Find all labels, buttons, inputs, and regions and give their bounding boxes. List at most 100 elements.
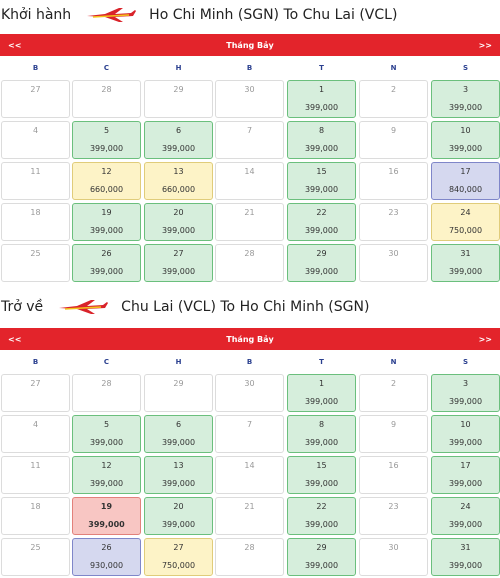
- fare-price: 399,000: [161, 226, 196, 235]
- day-number: 10: [460, 420, 471, 429]
- day-cell-fare[interactable]: 24 399,000: [431, 497, 500, 535]
- day-cell-fare[interactable]: 1 399,000: [287, 80, 356, 118]
- day-number: 3: [462, 379, 469, 388]
- day-cell-fare[interactable]: 24 750,000: [431, 203, 500, 241]
- outbound-prev-month-button[interactable]: <<: [8, 41, 21, 50]
- day-number: 27: [30, 85, 41, 94]
- day-cell-fare[interactable]: 19 399,000: [72, 203, 141, 241]
- day-number: 29: [316, 249, 327, 258]
- day-cell-fare[interactable]: 22 399,000: [287, 203, 356, 241]
- day-cell-fare[interactable]: 29 399,000: [287, 538, 356, 576]
- day-number: 10: [460, 126, 471, 135]
- fare-price: 399,000: [89, 267, 124, 276]
- return-weekday-header: BCHBTNS: [0, 352, 500, 372]
- outbound-calendar-bar: << Tháng Bảy >>: [0, 34, 500, 56]
- day-cell-fare[interactable]: 1 399,000: [287, 374, 356, 412]
- day-cell-empty: 28: [72, 80, 141, 118]
- day-cell-fare[interactable]: 20 399,000: [144, 497, 213, 535]
- day-cell-fare[interactable]: 6 399,000: [144, 415, 213, 453]
- day-cell-fare[interactable]: 20 399,000: [144, 203, 213, 241]
- day-cell-empty: 30: [215, 80, 284, 118]
- day-cell-fare[interactable]: 31 399,000: [431, 244, 500, 282]
- day-number: 13: [173, 461, 184, 470]
- day-cell-empty: 16: [359, 456, 428, 494]
- fare-price: 399,000: [448, 144, 483, 153]
- day-number: 18: [30, 502, 41, 511]
- day-cell-fare[interactable]: 5 399,000: [72, 121, 141, 159]
- day-cell-fare[interactable]: 12 660,000: [72, 162, 141, 200]
- day-number: 13: [173, 167, 184, 176]
- day-cell-fare[interactable]: 29 399,000: [287, 244, 356, 282]
- day-cell-fare[interactable]: 3 399,000: [431, 80, 500, 118]
- fare-price: 399,000: [161, 479, 196, 488]
- fare-price: 399,000: [304, 226, 339, 235]
- day-cell-empty: 30: [359, 244, 428, 282]
- day-cell-fare[interactable]: 27 750,000: [144, 538, 213, 576]
- day-cell-empty: 30: [215, 374, 284, 412]
- return-next-month-button[interactable]: >>: [479, 335, 492, 344]
- day-cell-fare[interactable]: 8 399,000: [287, 415, 356, 453]
- outbound-route-title: Ho Chi Minh (SGN) To Chu Lai (VCL): [149, 7, 398, 23]
- day-cell-fare[interactable]: 5 399,000: [72, 415, 141, 453]
- outbound-header: Khởi hành Ho Chi Minh (SGN) To Chu Lai (…: [0, 2, 500, 28]
- day-number: 17: [460, 167, 471, 176]
- day-number: 6: [175, 126, 182, 135]
- day-cell-fare[interactable]: 31 399,000: [431, 538, 500, 576]
- fare-price: 399,000: [304, 479, 339, 488]
- day-cell-fare[interactable]: 10 399,000: [431, 121, 500, 159]
- fare-price: 399,000: [89, 438, 124, 447]
- day-number: 8: [318, 126, 325, 135]
- day-number: 28: [244, 249, 255, 258]
- return-prev-month-button[interactable]: <<: [8, 335, 21, 344]
- day-cell-fare[interactable]: 19 399,000: [72, 497, 141, 535]
- day-cell-empty: 25: [1, 538, 70, 576]
- day-number: 23: [388, 502, 399, 511]
- day-number: 2: [390, 379, 397, 388]
- day-cell-empty: 28: [215, 244, 284, 282]
- day-number: 28: [244, 543, 255, 552]
- fare-price: 660,000: [161, 185, 196, 194]
- day-cell-fare[interactable]: 17 399,000: [431, 456, 500, 494]
- day-cell-empty: 14: [215, 456, 284, 494]
- day-cell-fare[interactable]: 3 399,000: [431, 374, 500, 412]
- day-cell-fare[interactable]: 12 399,000: [72, 456, 141, 494]
- day-cell-empty: 25: [1, 244, 70, 282]
- fare-price: 399,000: [304, 103, 339, 112]
- day-cell-fare[interactable]: 15 399,000: [287, 456, 356, 494]
- day-number: 14: [244, 167, 255, 176]
- day-number: 6: [175, 420, 182, 429]
- day-cell-fare[interactable]: 26 930,000: [72, 538, 141, 576]
- day-cell-empty: 4: [1, 415, 70, 453]
- day-cell-empty: 9: [359, 121, 428, 159]
- day-cell-fare[interactable]: 10 399,000: [431, 415, 500, 453]
- fare-price: 399,000: [448, 479, 483, 488]
- day-number: 30: [244, 85, 255, 94]
- day-cell-empty: 4: [1, 121, 70, 159]
- day-cell-fare[interactable]: 22 399,000: [287, 497, 356, 535]
- day-cell-fare[interactable]: 17 840,000: [431, 162, 500, 200]
- outbound-next-month-button[interactable]: >>: [479, 41, 492, 50]
- day-cell-fare[interactable]: 27 399,000: [144, 244, 213, 282]
- day-cell-empty: 27: [1, 374, 70, 412]
- day-cell-fare[interactable]: 13 399,000: [144, 456, 213, 494]
- day-cell-empty: 11: [1, 162, 70, 200]
- day-cell-fare[interactable]: 8 399,000: [287, 121, 356, 159]
- day-cell-empty: 21: [215, 497, 284, 535]
- fare-price: 399,000: [161, 438, 196, 447]
- day-cell-fare[interactable]: 26 399,000: [72, 244, 141, 282]
- weekday-label: C: [103, 358, 110, 366]
- day-cell-fare[interactable]: 13 660,000: [144, 162, 213, 200]
- outbound-calendar-grid: 27 28 29 30 1 399,000 2 3 399,000 4 5 399,000 6 399,0…: [0, 80, 500, 284]
- fare-price: 399,000: [89, 226, 124, 235]
- day-number: 19: [101, 208, 112, 217]
- day-number: 30: [388, 543, 399, 552]
- day-number: 5: [103, 420, 110, 429]
- fare-price: 399,000: [161, 144, 196, 153]
- day-number: 15: [316, 167, 327, 176]
- day-cell-fare[interactable]: 15 399,000: [287, 162, 356, 200]
- day-number: 23: [388, 208, 399, 217]
- return-route-title: Chu Lai (VCL) To Ho Chi Minh (SGN): [121, 299, 370, 315]
- day-number: 26: [101, 249, 112, 258]
- day-cell-fare[interactable]: 6 399,000: [144, 121, 213, 159]
- plane-logo-icon: [59, 300, 109, 314]
